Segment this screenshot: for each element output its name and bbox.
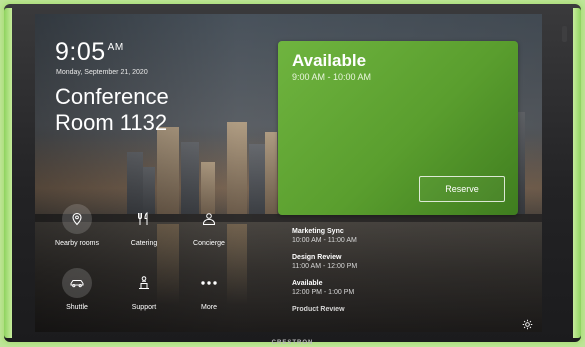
led-strip-right [573, 8, 581, 338]
tile-shuttle[interactable]: Shuttle [45, 268, 109, 311]
reserve-button[interactable]: Reserve [419, 176, 505, 202]
gear-icon[interactable] [522, 317, 533, 332]
location-pin-icon [62, 204, 92, 234]
room-name-line2: Room 1132 [55, 110, 168, 135]
fork-knife-icon [129, 204, 159, 234]
concierge-bell-icon [194, 204, 224, 234]
tile-label: Shuttle [66, 304, 88, 311]
agenda-item-time: 10:00 AM - 11:00 AM [292, 237, 357, 244]
led-strip-left [4, 8, 12, 338]
tile-nearby-rooms[interactable]: Nearby rooms [45, 204, 109, 247]
agenda-item-title: Product Review [292, 306, 345, 313]
room-name: Conference Room 1132 [55, 84, 255, 136]
tile-label: Catering [130, 240, 158, 247]
agenda-item[interactable]: Design Review 11:00 AM - 12:00 PM [292, 254, 492, 280]
agenda-item-title: Marketing Sync [292, 228, 344, 235]
status-title: Available [292, 51, 367, 70]
agenda-list[interactable]: Marketing Sync 10:00 AM - 11:00 AM Desig… [292, 228, 492, 314]
agenda-item-title: Design Review [292, 254, 342, 261]
screen: 9:05 AM Monday, September 21, 2020 Confer… [35, 14, 542, 332]
agenda-item[interactable]: Product Review [292, 306, 492, 314]
more-dots-icon [194, 268, 224, 298]
tile-support[interactable]: Support [112, 268, 176, 311]
tile-label: Nearby rooms [55, 240, 99, 247]
tile-label: More [201, 304, 217, 311]
agenda-item[interactable]: Marketing Sync 10:00 AM - 11:00 AM [292, 228, 492, 254]
camera-sensor [562, 26, 567, 42]
agenda-item-time: 12:00 PM - 1:00 PM [292, 289, 355, 296]
support-person-icon [129, 268, 159, 298]
tile-more[interactable]: More [177, 268, 241, 311]
agenda-item-time: 11:00 AM - 12:00 PM [292, 263, 358, 270]
car-icon [62, 268, 92, 298]
tile-label: Concierge [193, 240, 225, 247]
status-time-range: 9:00 AM - 10:00 AM [292, 72, 372, 82]
agenda-item-title: Available [292, 280, 323, 287]
agenda-item[interactable]: Available 12:00 PM - 1:00 PM [292, 280, 492, 306]
tile-catering[interactable]: Catering [112, 204, 176, 247]
tile-label: Support [131, 304, 157, 311]
clock-time: 9:05 AM [55, 38, 124, 66]
brand-logo: CRESTRON [271, 340, 314, 346]
clock-ampm: AM [107, 42, 124, 53]
room-name-line1: Conference [55, 84, 169, 109]
room-status-card: Available 9:00 AM - 10:00 AM Reserve [278, 41, 518, 215]
clock-date: Monday, September 21, 2020 [56, 69, 148, 76]
tile-concierge[interactable]: Concierge [177, 204, 241, 247]
